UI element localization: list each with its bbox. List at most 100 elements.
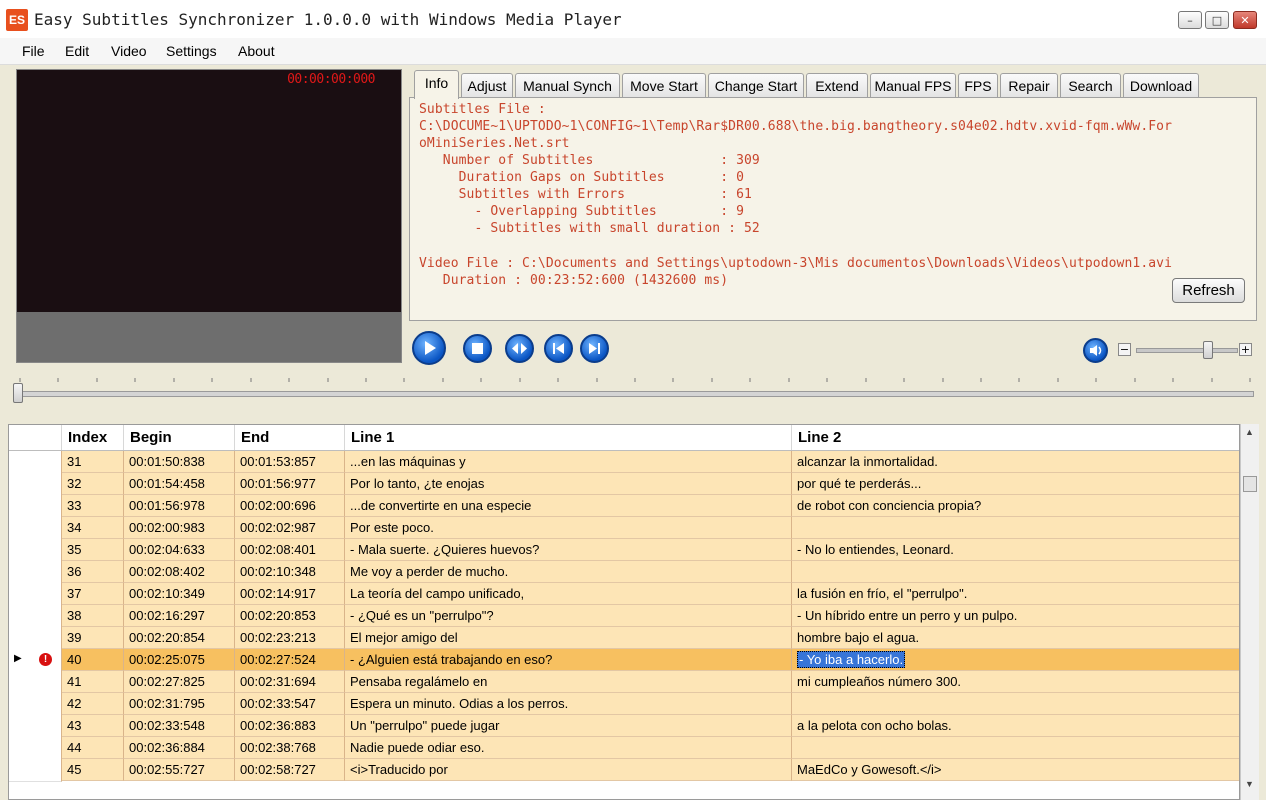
cell-end[interactable]: 00:02:23:213 — [235, 627, 345, 649]
row-selector[interactable] — [9, 583, 62, 606]
cell-begin[interactable]: 00:02:00:983 — [124, 517, 235, 539]
cell-end[interactable]: 00:02:20:853 — [235, 605, 345, 627]
seek-slider[interactable] — [14, 391, 1254, 397]
cell-line-1[interactable]: Por este poco. — [345, 517, 792, 539]
cell-end[interactable]: 00:02:58:727 — [235, 759, 345, 781]
table-row[interactable]: 36 00:02:08:402 00:02:10:348 Me voy a perde… — [9, 561, 1239, 584]
table-row[interactable]: 41 00:02:27:825 00:02:31:694 Pensaba regalá… — [9, 671, 1239, 694]
tab-fps[interactable]: FPS — [958, 73, 998, 98]
tab-repair[interactable]: Repair — [1000, 73, 1058, 98]
refresh-button[interactable]: Refresh — [1172, 278, 1245, 303]
cell-line-2[interactable]: a la pelota con ocho bolas. — [792, 715, 1239, 737]
cell-index[interactable]: 36 — [62, 561, 124, 583]
tab-extend[interactable]: Extend — [806, 73, 868, 98]
frame-step-button[interactable] — [505, 334, 534, 363]
cell-begin[interactable]: 00:02:31:795 — [124, 693, 235, 715]
cell-line-1[interactable]: Espera un minuto. Odias a los perros. — [345, 693, 792, 715]
cell-begin[interactable]: 00:01:54:458 — [124, 473, 235, 495]
cell-begin[interactable]: 00:02:27:825 — [124, 671, 235, 693]
cell-index[interactable]: 34 — [62, 517, 124, 539]
tab-info[interactable]: Info — [414, 70, 459, 99]
tab-download[interactable]: Download — [1123, 73, 1199, 98]
cell-index[interactable]: 38 — [62, 605, 124, 627]
cell-line-1[interactable]: Nadie puede odiar eso. — [345, 737, 792, 759]
menu-file[interactable]: File — [22, 43, 45, 59]
cell-end[interactable]: 00:02:08:401 — [235, 539, 345, 561]
scrollbar-thumb[interactable] — [1243, 476, 1257, 492]
next-button[interactable] — [580, 334, 609, 363]
cell-line-2[interactable]: - No lo entiendes, Leonard. — [792, 539, 1239, 561]
cell-line-2[interactable] — [792, 737, 1239, 759]
menu-about[interactable]: About — [238, 43, 275, 59]
cell-end[interactable]: 00:02:36:883 — [235, 715, 345, 737]
row-selector[interactable] — [9, 759, 62, 782]
row-selector[interactable]: ▶! — [9, 649, 62, 672]
table-row[interactable]: 34 00:02:00:983 00:02:02:987 Por este poco. — [9, 517, 1239, 540]
volume-up-button[interactable]: + — [1239, 343, 1252, 356]
header-begin[interactable]: Begin — [124, 425, 235, 450]
row-selector[interactable] — [9, 605, 62, 628]
cell-end[interactable]: 00:01:53:857 — [235, 451, 345, 473]
cell-index[interactable]: 40 — [62, 649, 124, 671]
cell-index[interactable]: 33 — [62, 495, 124, 517]
cell-line-2[interactable] — [792, 693, 1239, 715]
tab-adjust[interactable]: Adjust — [461, 73, 513, 98]
cell-line-2[interactable]: por qué te perderás... — [792, 473, 1239, 495]
cell-end[interactable]: 00:02:00:696 — [235, 495, 345, 517]
row-selector[interactable] — [9, 561, 62, 584]
cell-begin[interactable]: 00:02:20:854 — [124, 627, 235, 649]
play-button[interactable] — [412, 331, 446, 365]
cell-line-1[interactable]: <i>Traducido por — [345, 759, 792, 781]
cell-index[interactable]: 44 — [62, 737, 124, 759]
cell-line-1[interactable]: - ¿Alguien está trabajando en eso? — [345, 649, 792, 671]
cell-line-1[interactable]: La teoría del campo unificado, — [345, 583, 792, 605]
table-row[interactable]: 45 00:02:55:727 00:02:58:727 <i>Traducido p… — [9, 759, 1239, 782]
cell-end[interactable]: 00:02:10:348 — [235, 561, 345, 583]
table-row[interactable]: 35 00:02:04:633 00:02:08:401- Mala suerte.… — [9, 539, 1239, 562]
cell-line-2[interactable]: MaEdCo y Gowesoft.</i> — [792, 759, 1239, 781]
cell-end[interactable]: 00:02:33:547 — [235, 693, 345, 715]
row-selector[interactable] — [9, 517, 62, 540]
cell-begin[interactable]: 00:02:36:884 — [124, 737, 235, 759]
cell-line-2[interactable]: alcanzar la inmortalidad. — [792, 451, 1239, 473]
cell-end[interactable]: 00:02:38:768 — [235, 737, 345, 759]
table-row[interactable]: 31 00:01:50:838 00:01:53:857 ...en las máqu… — [9, 451, 1239, 474]
table-row-current[interactable]: ▶! 40 00:02:25:075 00:02:27:524- ¿Alguien e… — [9, 649, 1239, 672]
cell-line-1[interactable]: Me voy a perder de mucho. — [345, 561, 792, 583]
table-row[interactable]: 43 00:02:33:548 00:02:36:883 Un "perrulpo" … — [9, 715, 1239, 738]
header-end[interactable]: End — [235, 425, 345, 450]
row-selector[interactable] — [9, 495, 62, 518]
row-selector[interactable] — [9, 737, 62, 760]
cell-line-2[interactable]: la fusión en frío, el "perrulpo". — [792, 583, 1239, 605]
cell-line-2[interactable]: - Yo iba a hacerlo. — [792, 649, 1239, 671]
cell-line-2[interactable] — [792, 561, 1239, 583]
header-line-1[interactable]: Line 1 — [345, 425, 792, 450]
volume-down-button[interactable]: − — [1118, 343, 1131, 356]
tab-manual-fps[interactable]: Manual FPS — [870, 73, 956, 98]
mute-button[interactable] — [1083, 338, 1108, 363]
header-line-2[interactable]: Line 2 — [792, 425, 1239, 450]
cell-end[interactable]: 00:01:56:977 — [235, 473, 345, 495]
cell-index[interactable]: 43 — [62, 715, 124, 737]
cell-end[interactable]: 00:02:14:917 — [235, 583, 345, 605]
scroll-up-icon[interactable]: ▲ — [1245, 427, 1254, 437]
cell-index[interactable]: 32 — [62, 473, 124, 495]
row-selector[interactable] — [9, 671, 62, 694]
cell-begin[interactable]: 00:02:08:402 — [124, 561, 235, 583]
cell-begin[interactable]: 00:02:16:297 — [124, 605, 235, 627]
grid-scrollbar[interactable]: ▲ ▼ — [1240, 424, 1259, 800]
tab-move-start[interactable]: Move Start — [622, 73, 706, 98]
cell-line-1[interactable]: El mejor amigo del — [345, 627, 792, 649]
stop-button[interactable] — [463, 334, 492, 363]
cell-index[interactable]: 37 — [62, 583, 124, 605]
table-row[interactable]: 44 00:02:36:884 00:02:38:768 Nadie puede od… — [9, 737, 1239, 760]
row-selector[interactable] — [9, 451, 62, 474]
cell-begin[interactable]: 00:01:56:978 — [124, 495, 235, 517]
cell-index[interactable]: 45 — [62, 759, 124, 781]
cell-begin[interactable]: 00:02:25:075 — [124, 649, 235, 671]
cell-begin[interactable]: 00:02:55:727 — [124, 759, 235, 781]
row-selector[interactable] — [9, 473, 62, 496]
previous-button[interactable] — [544, 334, 573, 363]
cell-line-1[interactable]: ...en las máquinas y — [345, 451, 792, 473]
cell-begin[interactable]: 00:02:10:349 — [124, 583, 235, 605]
